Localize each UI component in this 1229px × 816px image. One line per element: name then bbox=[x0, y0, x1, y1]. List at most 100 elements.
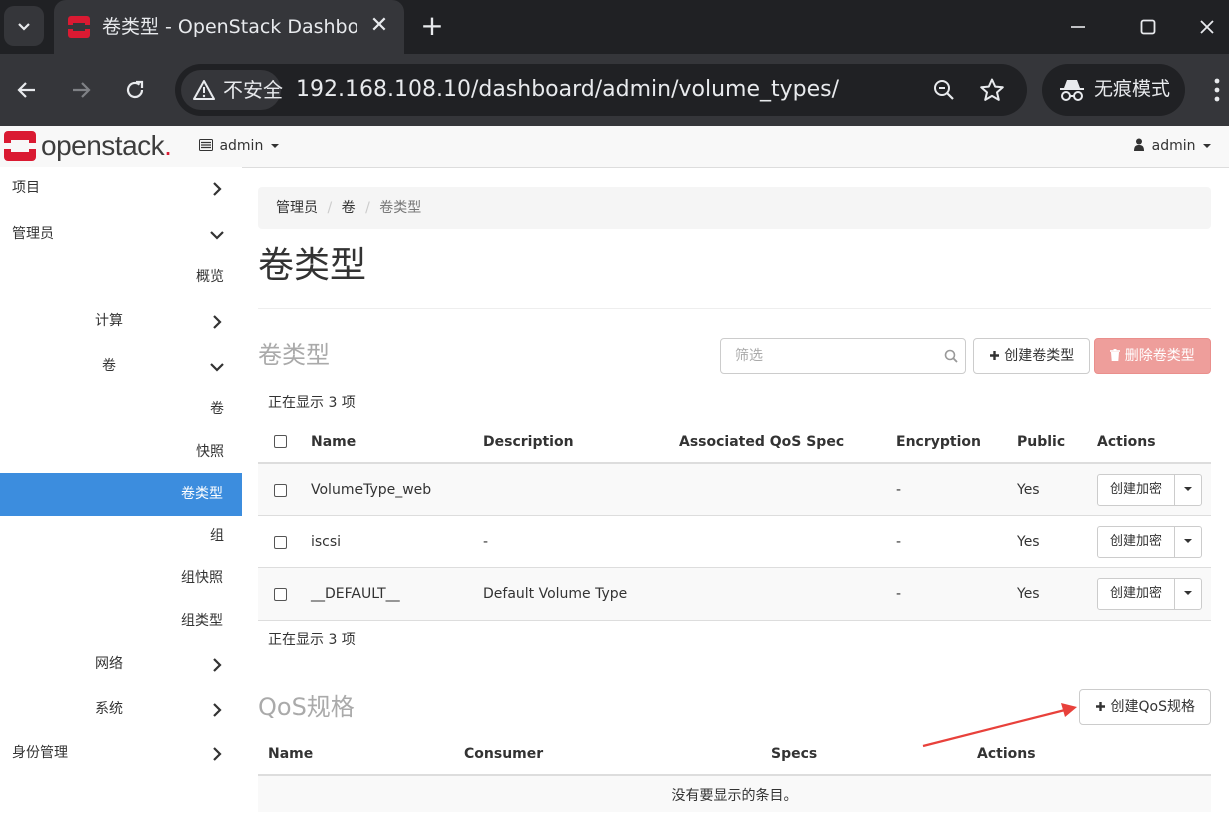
reload-icon bbox=[126, 80, 144, 99]
row-actions-toggle[interactable] bbox=[1174, 578, 1202, 610]
create-encryption-button[interactable]: 创建加密 bbox=[1097, 474, 1175, 506]
column-header-public[interactable]: Public bbox=[1017, 432, 1065, 452]
chevron-right-icon[interactable] bbox=[208, 656, 226, 674]
qos-column-header-consumer[interactable]: Consumer bbox=[464, 744, 543, 764]
sidebar-item-overview[interactable]: 概览 bbox=[196, 267, 224, 287]
row-description: - bbox=[483, 534, 489, 550]
openstack-favicon-icon bbox=[68, 16, 90, 38]
column-header-description[interactable]: Description bbox=[483, 432, 574, 452]
column-header-qos-spec[interactable]: Associated QoS Spec bbox=[679, 432, 844, 452]
user-label: admin bbox=[1151, 138, 1196, 154]
column-header-name[interactable]: Name bbox=[311, 432, 356, 452]
reload-button[interactable] bbox=[121, 76, 149, 104]
chevron-down-icon[interactable] bbox=[208, 226, 226, 244]
brand-wordmark[interactable]: openstack. bbox=[41, 128, 172, 164]
create-encryption-button[interactable]: 创建加密 bbox=[1097, 526, 1175, 558]
plus-icon bbox=[1096, 702, 1106, 711]
create-volume-type-label: 创建卷类型 bbox=[1004, 348, 1075, 364]
sidebar-item-volume-types[interactable]: 卷类型 bbox=[181, 484, 223, 504]
row-public: Yes bbox=[1017, 482, 1040, 498]
delete-volume-types-button[interactable]: 删除卷类型 bbox=[1094, 338, 1211, 374]
search-icon[interactable] bbox=[944, 349, 958, 363]
row-encryption: - bbox=[896, 534, 902, 550]
chevron-down-icon[interactable] bbox=[208, 358, 226, 376]
row-actions-toggle[interactable] bbox=[1174, 526, 1202, 558]
new-tab-button[interactable]: + bbox=[418, 12, 446, 40]
row-actions-toggle[interactable] bbox=[1174, 474, 1202, 506]
url-text[interactable]: 192.168.108.10/dashboard/admin/volume_ty… bbox=[296, 75, 839, 105]
address-bar[interactable]: 不安全 192.168.108.10/dashboard/admin/volum… bbox=[175, 64, 1027, 116]
create-encryption-button[interactable]: 创建加密 bbox=[1097, 578, 1175, 610]
back-button[interactable] bbox=[13, 76, 41, 104]
column-header-actions: Actions bbox=[1097, 434, 1156, 450]
zoom-icon[interactable] bbox=[932, 78, 956, 102]
arrow-right-icon bbox=[73, 82, 91, 98]
row-name[interactable]: __DEFAULT__ bbox=[311, 584, 400, 604]
star-icon[interactable] bbox=[979, 77, 1005, 103]
item-count-bottom: 正在显示 3 项 bbox=[268, 632, 356, 648]
sidebar-item-volume-group[interactable]: 卷 bbox=[102, 356, 116, 376]
more-vert-icon[interactable] bbox=[1210, 76, 1224, 104]
arrow-left-icon bbox=[17, 82, 35, 98]
select-all-checkbox[interactable] bbox=[274, 435, 287, 448]
sidebar-item-volumes[interactable]: 卷 bbox=[210, 399, 224, 419]
security-label: 不安全 bbox=[223, 78, 283, 102]
sidebar-item-network[interactable]: 网络 bbox=[95, 654, 123, 674]
column-header-encryption[interactable]: Encryption bbox=[896, 432, 981, 452]
row-checkbox[interactable] bbox=[274, 588, 287, 601]
chevron-right-icon[interactable] bbox=[208, 745, 226, 763]
row-public: Yes bbox=[1017, 586, 1040, 602]
project-label: admin bbox=[219, 138, 264, 154]
active-tab[interactable]: 卷类型 - OpenStack Dashboard ✕ bbox=[54, 0, 404, 54]
sidebar-item-groups[interactable]: 组 bbox=[210, 526, 224, 546]
tab-close-icon[interactable]: ✕ bbox=[368, 14, 390, 38]
row-encryption: - bbox=[896, 586, 902, 602]
sidebar-item-group-types[interactable]: 组类型 bbox=[181, 611, 223, 631]
forward-button[interactable] bbox=[67, 76, 95, 104]
sidebar-item-snapshots[interactable]: 快照 bbox=[196, 442, 224, 462]
table-row: iscsi - - Yes 创建加密 bbox=[258, 515, 1211, 568]
security-chip[interactable]: 不安全 bbox=[181, 70, 283, 110]
incognito-badge[interactable]: 无痕模式 bbox=[1042, 64, 1185, 116]
sidebar-item-identity[interactable]: 身份管理 bbox=[12, 743, 68, 763]
qos-column-header-specs[interactable]: Specs bbox=[771, 744, 817, 764]
qos-specs-heading: QoS规格 bbox=[258, 693, 355, 721]
sidebar-item-admin[interactable]: 管理员 bbox=[12, 224, 54, 244]
row-checkbox[interactable] bbox=[274, 536, 287, 549]
maximize-button[interactable] bbox=[1133, 13, 1163, 41]
caret-down-icon bbox=[1184, 591, 1192, 595]
plus-icon bbox=[989, 351, 999, 360]
breadcrumb-admin[interactable]: 管理员 bbox=[276, 200, 318, 216]
chevron-down-icon bbox=[18, 23, 30, 31]
breadcrumb-volumes[interactable]: 卷 bbox=[342, 200, 356, 216]
chevron-right-icon[interactable] bbox=[208, 313, 226, 331]
sidebar-item-system[interactable]: 系统 bbox=[95, 699, 123, 719]
chevron-right-icon[interactable] bbox=[208, 701, 226, 719]
tab-search-button[interactable] bbox=[4, 6, 44, 46]
sidebar: 项目 管理员 概览 计算 卷 卷 快照 卷类型 组 组快照 组类型 网络 系统 … bbox=[0, 167, 242, 809]
user-dropdown[interactable]: admin bbox=[1134, 136, 1212, 156]
annotation-arrow-icon bbox=[922, 703, 1077, 748]
breadcrumb-current: 卷类型 bbox=[379, 200, 422, 216]
minimize-button[interactable] bbox=[1063, 13, 1093, 41]
create-qos-spec-button[interactable]: 创建QoS规格 bbox=[1079, 689, 1211, 725]
window-close-button[interactable] bbox=[1192, 13, 1222, 41]
openstack-logo-icon[interactable] bbox=[4, 131, 36, 161]
row-name[interactable]: iscsi bbox=[311, 532, 341, 552]
browser-tab-bar: 卷类型 - OpenStack Dashboard ✕ + bbox=[0, 0, 1229, 54]
chevron-right-icon[interactable] bbox=[208, 180, 226, 198]
page-header: 卷类型 bbox=[258, 244, 1211, 309]
create-volume-type-button[interactable]: 创建卷类型 bbox=[973, 338, 1090, 374]
brand-dot: . bbox=[164, 130, 172, 161]
project-dropdown[interactable]: admin bbox=[199, 136, 280, 156]
qos-column-header-name[interactable]: Name bbox=[268, 744, 313, 764]
filter-input[interactable] bbox=[720, 338, 966, 374]
breadcrumb: 管理员 / 卷 / 卷类型 bbox=[258, 187, 1211, 229]
row-checkbox[interactable] bbox=[274, 484, 287, 497]
minimize-icon bbox=[1071, 26, 1085, 28]
maximize-icon bbox=[1140, 19, 1156, 35]
row-name[interactable]: VolumeType_web bbox=[311, 480, 431, 500]
sidebar-item-group-snapshots[interactable]: 组快照 bbox=[181, 568, 223, 588]
sidebar-item-project[interactable]: 项目 bbox=[12, 178, 40, 198]
sidebar-item-compute[interactable]: 计算 bbox=[95, 311, 123, 331]
